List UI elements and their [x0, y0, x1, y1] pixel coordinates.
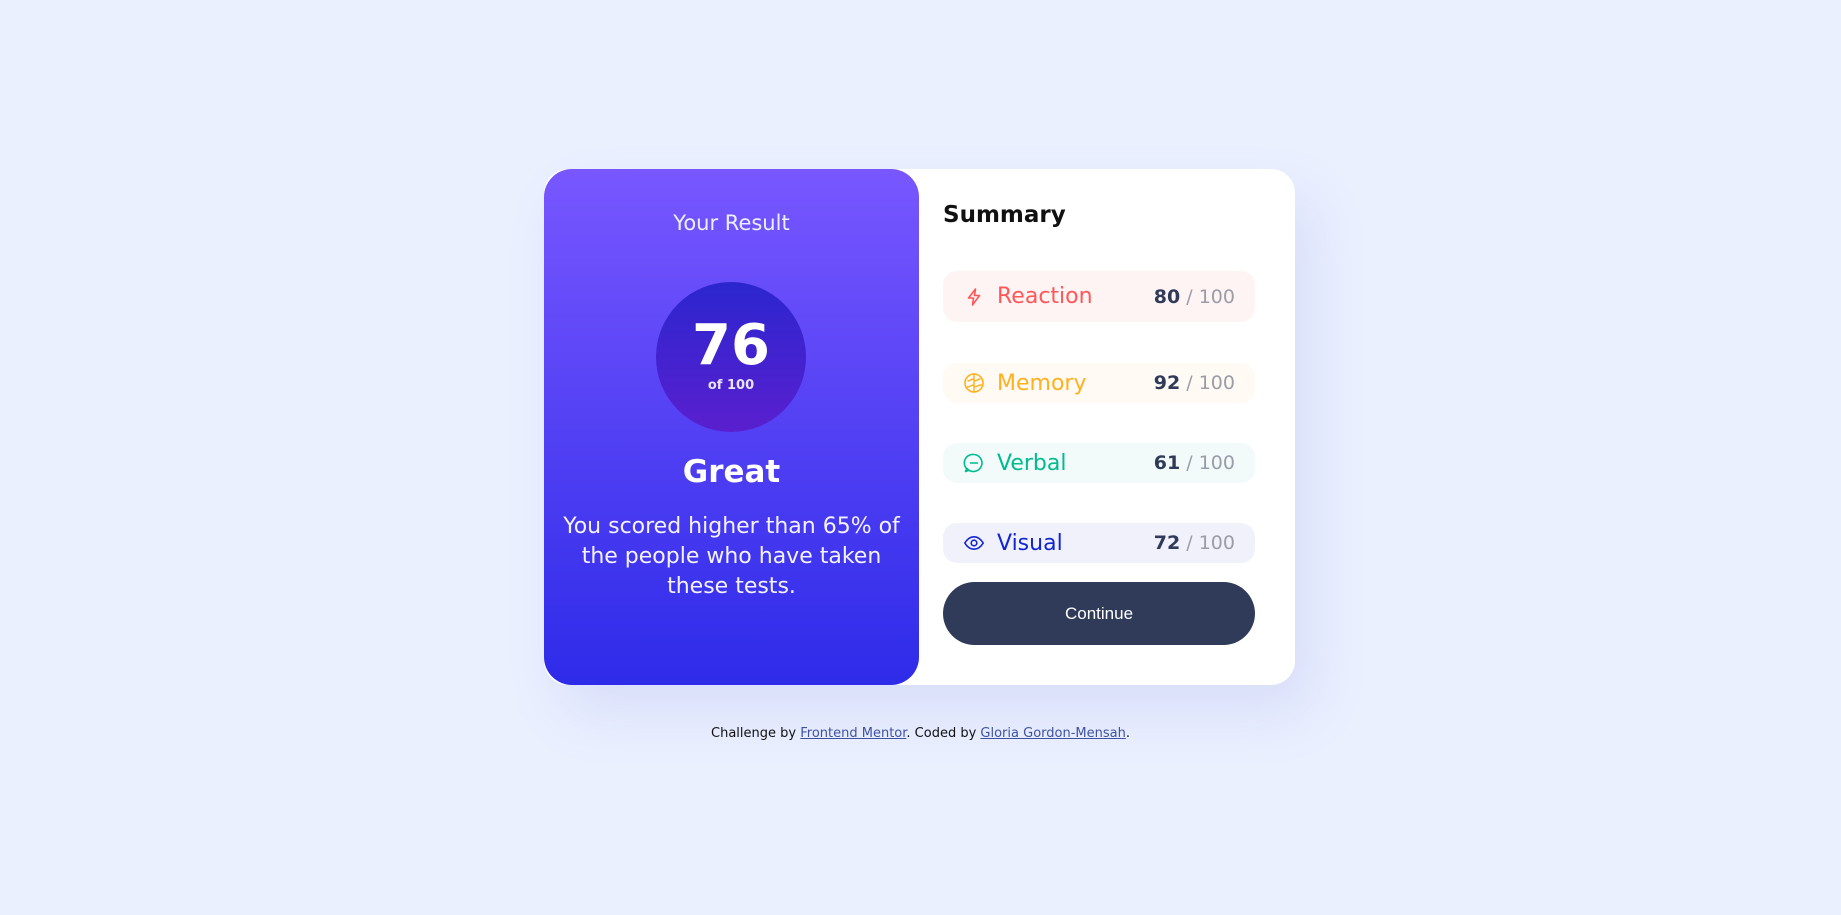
brain-icon — [963, 372, 985, 394]
score-number: 92 — [1153, 372, 1181, 394]
summary-item-verbal: Verbal 61 / 100 — [943, 443, 1255, 483]
summary-title: Summary — [943, 202, 1066, 228]
summary-item-label: Verbal — [997, 450, 1067, 476]
summary-item-score: 72 / 100 — [1154, 532, 1235, 554]
summary-item-score: 61 / 100 — [1154, 452, 1235, 474]
continue-button[interactable]: Continue — [943, 582, 1255, 645]
rating-label: Great — [682, 454, 781, 490]
attribution-middle: . Coded by — [906, 726, 981, 741]
summary-item-label: Reaction — [997, 284, 1093, 309]
score-circle: 76 of 100 — [656, 282, 806, 432]
result-description: You scored higher than 65% of the people… — [563, 514, 900, 599]
score-denominator: / 100 — [1186, 285, 1235, 308]
score-number: 61 — [1153, 452, 1181, 474]
summary-item-score: 80 / 100 — [1154, 286, 1235, 308]
result-panel: Your Result 76 of 100 Great You scored h… — [544, 169, 919, 685]
score-denominator: / 100 — [1186, 372, 1235, 394]
lightning-icon — [963, 286, 985, 308]
score-denominator: / 100 — [1186, 532, 1235, 554]
results-card: Your Result 76 of 100 Great You scored h… — [544, 169, 1295, 685]
author-link[interactable]: Gloria Gordon-Mensah — [980, 726, 1125, 741]
summary-item-label: Visual — [997, 530, 1063, 556]
score-denominator: / 100 — [1186, 452, 1235, 474]
summary-item-memory: Memory 92 / 100 — [943, 363, 1255, 403]
score-value: 76 — [692, 313, 770, 378]
score-total: of 100 — [707, 378, 755, 393]
summary-item-label: Memory — [997, 370, 1087, 396]
eye-icon — [963, 532, 985, 554]
summary-item-score: 92 / 100 — [1154, 372, 1235, 394]
summary-item-visual: Visual 72 / 100 — [943, 523, 1255, 563]
result-title: Your Result — [673, 211, 790, 235]
attribution-prefix: Challenge by — [711, 726, 801, 741]
summary-panel: Summary Reaction 80 / 100 Memory 92 / 10… — [919, 169, 1295, 685]
score-number: 80 — [1153, 285, 1181, 308]
frontend-mentor-link[interactable]: Frontend Mentor — [800, 726, 906, 741]
score-number: 72 — [1153, 532, 1181, 554]
chat-bubble-icon — [963, 452, 985, 474]
attribution-suffix: . — [1125, 726, 1130, 741]
attribution: Challenge by Frontend Mentor. Coded by G… — [0, 726, 1841, 741]
summary-item-reaction: Reaction 80 / 100 — [943, 271, 1255, 322]
